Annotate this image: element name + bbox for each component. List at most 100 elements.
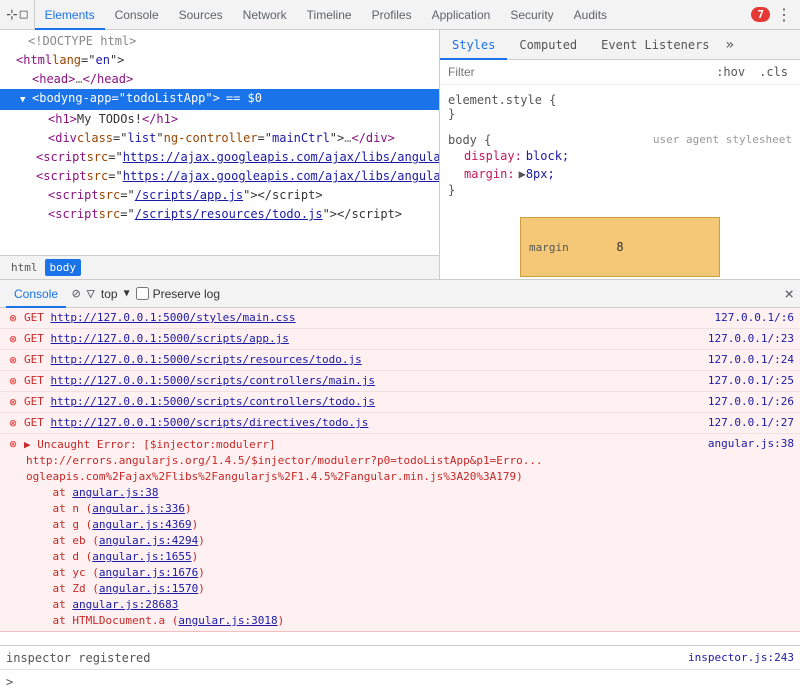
msg-text-4: GET http://127.0.0.1:5000/scripts/contro… bbox=[24, 373, 708, 389]
breadcrumb-bar: html body bbox=[0, 255, 439, 279]
css-val-display: block; bbox=[526, 147, 569, 165]
console-msg-5: ⊗ GET http://127.0.0.1:5000/scripts/cont… bbox=[0, 392, 800, 413]
console-close-button[interactable]: × bbox=[784, 284, 794, 303]
tab-elements[interactable]: Elements bbox=[35, 0, 105, 30]
styles-tabs-more-icon[interactable]: » bbox=[726, 37, 734, 53]
msg-source-uncaught[interactable]: angular.js:38 bbox=[708, 436, 794, 452]
preserve-log-label: Preserve log bbox=[136, 287, 220, 301]
elements-scrollbar[interactable] bbox=[351, 30, 359, 413]
uncaught-stack: http://errors.angularjs.org/1.4.5/$injec… bbox=[6, 453, 543, 629]
devtools-window: ⊹ □ Elements Console Sources Network Tim… bbox=[0, 0, 800, 693]
error-icon-3: ⊗ bbox=[9, 352, 16, 368]
console-level-label: top bbox=[101, 287, 118, 301]
css-prop-margin[interactable]: margin: bbox=[448, 165, 515, 183]
console-msg-uncaught: ⊗ ▶ Uncaught Error: [$injector:modulerr]… bbox=[0, 434, 800, 632]
console-msg-6: ⊗ GET http://127.0.0.1:5000/scripts/dire… bbox=[0, 413, 800, 434]
tree-node-html[interactable]: <html lang="en"> bbox=[0, 51, 439, 70]
console-toolbar: Console ⊘ ▽ top ▼ Preserve log × bbox=[0, 280, 800, 308]
error-badge: 7 bbox=[751, 7, 770, 22]
css-rule-body: body { user agent stylesheet display: bl… bbox=[448, 133, 792, 197]
console-prompt: inspector registered bbox=[6, 651, 151, 665]
tab-console[interactable]: Console bbox=[105, 0, 169, 30]
css-source-user-agent: user agent stylesheet bbox=[653, 133, 792, 147]
tab-audits[interactable]: Audits bbox=[564, 0, 617, 30]
breadcrumb-html[interactable]: html bbox=[6, 259, 43, 276]
tab-sources[interactable]: Sources bbox=[169, 0, 233, 30]
msg-text-1: GET http://127.0.0.1:5000/styles/main.cs… bbox=[24, 310, 715, 326]
tab-console-bottom[interactable]: Console bbox=[6, 280, 66, 308]
tab-styles[interactable]: Styles bbox=[440, 30, 507, 60]
tab-timeline[interactable]: Timeline bbox=[297, 0, 362, 30]
console-msg-2: ⊗ GET http://127.0.0.1:5000/scripts/app.… bbox=[0, 329, 800, 350]
tree-node-h1[interactable]: <h1>My TODOs!</h1> bbox=[0, 110, 439, 129]
console-status-bar: inspector registered inspector.js:243 bbox=[0, 645, 800, 669]
css-val-margin: 8px; bbox=[526, 165, 555, 183]
console-level-arrow[interactable]: ▼ bbox=[124, 288, 130, 299]
msg-source-2[interactable]: 127.0.0.1/:23 bbox=[708, 331, 794, 347]
console-clear-icon[interactable]: ⊘ bbox=[72, 286, 80, 302]
inspector-icon[interactable]: □ bbox=[20, 7, 28, 22]
error-icon-6: ⊗ bbox=[9, 415, 16, 431]
styles-panel: Styles Computed Event Listeners » :hov .… bbox=[440, 30, 800, 279]
tree-node-div-list[interactable]: <div class="list" ng-controller="mainCtr… bbox=[0, 129, 439, 148]
console-filter-icon[interactable]: ▽ bbox=[86, 286, 94, 302]
console-msg-3: ⊗ GET http://127.0.0.1:5000/scripts/reso… bbox=[0, 350, 800, 371]
tab-event-listeners[interactable]: Event Listeners bbox=[589, 30, 721, 60]
tree-node-body[interactable]: ▼ <body ng-app="todoListApp"> == $0 bbox=[0, 89, 439, 110]
msg-source-1[interactable]: 127.0.0.1/:6 bbox=[715, 310, 794, 326]
cursor-icon[interactable]: ⊹ bbox=[6, 7, 18, 23]
msg-text-6: GET http://127.0.0.1:5000/scripts/direct… bbox=[24, 415, 708, 431]
elements-tree[interactable]: <!DOCTYPE html> <html lang="en"> <head>…… bbox=[0, 30, 439, 255]
lower-half: Console ⊘ ▽ top ▼ Preserve log × ⊗ GET h… bbox=[0, 280, 800, 693]
error-icon-1: ⊗ bbox=[9, 310, 16, 326]
elements-panel: <!DOCTYPE html> <html lang="en"> <head>…… bbox=[0, 30, 440, 279]
styles-filter-bar: :hov .cls bbox=[440, 60, 800, 85]
console-msg-1: ⊗ GET http://127.0.0.1:5000/styles/main.… bbox=[0, 308, 800, 329]
tab-profiles[interactable]: Profiles bbox=[362, 0, 422, 30]
error-icon-5: ⊗ bbox=[9, 394, 16, 410]
tree-node-script3[interactable]: <script src="/scripts/app.js"></script> bbox=[0, 186, 439, 205]
error-icon-uncaught: ⊗ bbox=[9, 436, 16, 452]
more-options-icon[interactable]: ⋮ bbox=[776, 5, 792, 24]
hov-button[interactable]: :hov bbox=[712, 64, 749, 80]
tab-security[interactable]: Security bbox=[500, 0, 563, 30]
msg-text-5: GET http://127.0.0.1:5000/scripts/contro… bbox=[24, 394, 708, 410]
tab-application[interactable]: Application bbox=[422, 0, 501, 30]
styles-filter-input[interactable] bbox=[448, 65, 704, 79]
console-inspector-source[interactable]: inspector.js:243 bbox=[688, 651, 794, 664]
preserve-log-checkbox[interactable] bbox=[136, 287, 149, 300]
uncaught-expand-arrow[interactable]: ▶ bbox=[24, 438, 37, 451]
breadcrumb-body[interactable]: body bbox=[45, 259, 82, 276]
msg-text-3: GET http://127.0.0.1:5000/scripts/resour… bbox=[24, 352, 708, 368]
box-model-label: margin bbox=[529, 241, 569, 254]
error-icon-4: ⊗ bbox=[9, 373, 16, 389]
devtools-top-bar: ⊹ □ Elements Console Sources Network Tim… bbox=[0, 0, 800, 30]
tab-network[interactable]: Network bbox=[233, 0, 297, 30]
cls-button[interactable]: .cls bbox=[755, 64, 792, 80]
console-prompt-symbol: > bbox=[6, 675, 13, 689]
msg-source-6[interactable]: 127.0.0.1/:27 bbox=[708, 415, 794, 431]
css-rule-element-style: element.style { } bbox=[448, 93, 792, 121]
tree-node-doctype[interactable]: <!DOCTYPE html> bbox=[0, 32, 439, 51]
tree-node-script4[interactable]: <script src="/scripts/resources/todo.js"… bbox=[0, 205, 439, 224]
css-val-margin-arrow[interactable]: ▶ bbox=[519, 165, 526, 183]
devtools-icons-left: ⊹ □ bbox=[0, 0, 35, 29]
msg-source-4[interactable]: 127.0.0.1/:25 bbox=[708, 373, 794, 389]
console-messages[interactable]: ⊗ GET http://127.0.0.1:5000/styles/main.… bbox=[0, 308, 800, 645]
tree-node-head[interactable]: <head>…</head> bbox=[0, 70, 439, 89]
expand-body-arrow[interactable]: ▼ bbox=[20, 92, 32, 109]
upper-half: <!DOCTYPE html> <html lang="en"> <head>…… bbox=[0, 30, 800, 280]
box-model-container: margin 8 bbox=[448, 209, 792, 279]
box-model-diagram: margin 8 bbox=[520, 217, 720, 277]
console-input-field[interactable] bbox=[19, 675, 794, 689]
tab-computed[interactable]: Computed bbox=[507, 30, 589, 60]
css-prop-display[interactable]: display: bbox=[448, 147, 522, 165]
tree-node-script1[interactable]: <script src="https://ajax.googleapis.com… bbox=[0, 148, 439, 167]
console-input-bar: > bbox=[0, 669, 800, 693]
error-icon-2: ⊗ bbox=[9, 331, 16, 347]
tree-node-script2[interactable]: <script src="https://ajax.googleapis.com… bbox=[0, 167, 439, 186]
msg-source-5[interactable]: 127.0.0.1/:26 bbox=[708, 394, 794, 410]
devtools-right: 7 ⋮ bbox=[751, 5, 800, 24]
styles-content: element.style { } body { user agent styl… bbox=[440, 85, 800, 279]
msg-source-3[interactable]: 127.0.0.1/:24 bbox=[708, 352, 794, 368]
